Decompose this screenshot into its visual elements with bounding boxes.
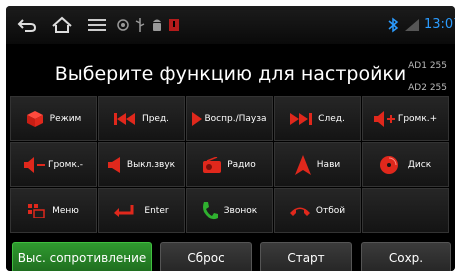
function-label: След.: [318, 113, 345, 124]
function-label: Отбой: [315, 205, 346, 216]
hang-up-icon: [289, 207, 310, 216]
function-label: Enter: [144, 205, 169, 216]
function-disc-button[interactable]: Диск: [362, 142, 449, 187]
function-label: Звонок: [223, 205, 258, 216]
function-navi-button[interactable]: Нави: [274, 142, 361, 187]
save-button[interactable]: Сохр.: [361, 242, 451, 271]
mode-cube-icon: [26, 110, 43, 127]
function-label: Громк.-: [47, 159, 84, 170]
menu-icon[interactable]: [88, 19, 106, 31]
title-bar: Выберите функцию для настройки AD1 255 A…: [6, 44, 455, 96]
usb-icon: [135, 18, 145, 32]
high-resistance-button[interactable]: Выс. сопротивление: [12, 242, 152, 271]
function-enter-button[interactable]: Enter: [98, 188, 185, 233]
app-window: 13:07 Выберите функцию для настройки AD1…: [6, 6, 455, 271]
action-bar: Выс. сопротивление Сброс Старт Сохр.: [6, 234, 455, 271]
function-label: Меню: [52, 205, 79, 216]
function-label: Пред.: [141, 113, 170, 124]
function-next-button[interactable]: След.: [274, 96, 361, 141]
previous-icon: [113, 112, 135, 125]
reset-button[interactable]: Сброс: [160, 242, 252, 271]
function-prev-button[interactable]: Пред.: [98, 96, 185, 141]
mute-icon: [107, 156, 120, 173]
navigation-arrow-icon: [294, 154, 311, 175]
function-label: Нави: [316, 159, 341, 170]
function-mode-button[interactable]: Режим: [10, 96, 97, 141]
page-title: Выберите функцию для настройки: [54, 63, 407, 85]
android-icon: [153, 19, 161, 31]
clock: 13:07: [424, 17, 455, 32]
volume-up-icon: [373, 110, 395, 127]
next-icon: [290, 112, 313, 125]
alert-icon: [169, 19, 179, 31]
function-mute-button[interactable]: Выкл.звук: [98, 142, 185, 187]
function-menu-button[interactable]: Меню: [10, 188, 97, 233]
home-icon[interactable]: [51, 16, 73, 34]
function-label: Выкл.звук: [126, 159, 176, 170]
status-bar: 13:07: [6, 6, 455, 44]
function-label: Воспр./Пауза: [204, 113, 267, 124]
function-grid: Режим Пред. Воспр./Пауза След. Громк.+ Г…: [10, 96, 451, 234]
function-volume-down-button[interactable]: Громк.-: [10, 142, 97, 187]
menu-grid-icon: [28, 203, 45, 218]
function-label: Громк.+: [397, 113, 438, 124]
function-volume-up-button[interactable]: Громк.+: [362, 96, 449, 141]
function-hangup-button[interactable]: Отбой: [274, 188, 361, 233]
function-play-pause-button[interactable]: Воспр./Пауза: [186, 96, 273, 141]
function-label: Режим: [49, 113, 82, 124]
disc-icon: [379, 155, 398, 174]
function-empty-slot: [362, 188, 449, 233]
bluetooth-icon: [388, 17, 399, 33]
navigation-icon: [117, 19, 129, 31]
function-radio-button[interactable]: Радио: [186, 142, 273, 187]
enter-icon: [114, 204, 134, 217]
start-button[interactable]: Старт: [260, 242, 352, 271]
back-icon[interactable]: [17, 18, 37, 32]
function-call-button[interactable]: Звонок: [186, 188, 273, 233]
function-label: Диск: [407, 159, 432, 170]
volume-down-icon: [23, 156, 45, 173]
ad2-value: AD2 255: [408, 83, 447, 93]
play-pause-icon: [192, 111, 203, 126]
call-icon: [202, 201, 218, 219]
signal-icon: [405, 19, 419, 31]
radio-icon: [203, 156, 222, 173]
ad1-value: AD1 255: [408, 61, 447, 71]
function-label: Радио: [227, 159, 256, 170]
